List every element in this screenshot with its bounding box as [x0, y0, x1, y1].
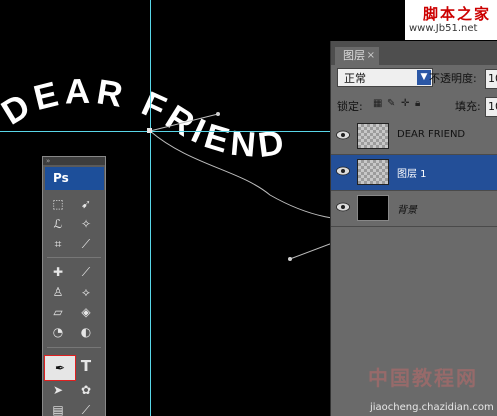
notes-tool-icon[interactable]: ▤ [49, 401, 67, 416]
dodge-tool-icon[interactable]: ◐ [77, 323, 95, 341]
history-brush-tool-icon[interactable]: ⟡ [77, 283, 95, 301]
opacity-field[interactable]: 10 [485, 69, 497, 89]
control-handle-2[interactable] [288, 257, 292, 261]
crop-tool-icon[interactable]: ⌗ [49, 235, 67, 253]
eyedropper-tool-2-icon[interactable]: ⟋ [77, 401, 95, 416]
healing-brush-tool-icon[interactable]: ✚ [49, 263, 67, 281]
tab-layers-label: 图层 [343, 49, 365, 62]
layer-thumbnail [357, 195, 389, 221]
layer-thumbnail [357, 123, 389, 149]
clone-stamp-tool-icon[interactable]: ♙ [49, 283, 67, 301]
opacity-label: 不透明度: [429, 72, 477, 85]
layers-panel-tabbar: 图层 × [331, 41, 497, 65]
blend-mode-dropdown[interactable]: 正常 ▼ [337, 68, 433, 87]
watermark-bottom-text: 中国教程网 [368, 366, 478, 390]
paint-bucket-tool-icon[interactable]: ◈ [77, 303, 95, 321]
lock-all-icon[interactable]: 🔒︎ [415, 99, 425, 109]
watermark-top-text: 脚本之家 [423, 5, 492, 23]
blur-tool-icon[interactable]: ◔ [49, 323, 67, 341]
watermark-bottom-url: jiaocheng.chazidian.com [370, 402, 494, 413]
tools-panel: » Ps ⬚ ➹ ℒ ✧ ⌗ ⟋ ✚ ⟋ ♙ ⟡ ▱ ◈ ◔ ◐ ✒ T ➤ ✿… [42, 156, 106, 416]
tab-layers[interactable]: 图层 × [335, 47, 379, 65]
toolbox-divider [47, 257, 101, 258]
close-icon[interactable]: × [367, 47, 375, 65]
layer-thumbnail [357, 159, 389, 185]
layer-name: 图层 1 [397, 169, 427, 180]
path-selection-tool-icon[interactable]: ➤ [49, 381, 67, 399]
eraser-tool-icon[interactable]: ▱ [49, 303, 67, 321]
ps-logo[interactable]: Ps [45, 167, 104, 190]
fill-label: 填充: [455, 100, 481, 113]
eyedropper-tool-icon[interactable]: ⟋ [77, 235, 95, 253]
watermark-logo-bottom: 中国教程网 jiaocheng.chazidian.com [360, 360, 497, 416]
layer-name: 背景 [397, 205, 417, 216]
lock-label: 锁定: [337, 100, 363, 113]
custom-shape-tool-icon[interactable]: ✿ [77, 381, 95, 399]
lock-transparent-icon[interactable]: ▦ [373, 99, 383, 109]
lasso-tool-icon[interactable]: ℒ [49, 215, 67, 233]
brush-tool-icon[interactable]: ⟋ [77, 263, 95, 281]
layer-row[interactable]: DEAR FRIEND [331, 119, 497, 155]
magic-wand-tool-icon[interactable]: ✧ [77, 215, 95, 233]
eye-icon[interactable] [336, 166, 350, 176]
layer-row[interactable]: 背景 [331, 191, 497, 227]
fill-field[interactable]: 10 [485, 97, 497, 117]
photoshop-workspace: DEAR FRIEND » Ps ⬚ ➹ ℒ ✧ ⌗ ⟋ ✚ ⟋ ♙ ⟡ ▱ ◈… [0, 0, 497, 416]
toolbox-grip[interactable]: » [43, 157, 105, 165]
direction-line-a [149, 113, 219, 132]
eye-icon[interactable] [336, 202, 350, 212]
toolbox-divider [47, 347, 101, 348]
anchor-point-1[interactable] [147, 128, 152, 133]
lock-row: 锁定: ▦ ✎ ✛ 🔒︎ 填充: [337, 98, 497, 114]
layer-row[interactable]: 图层 1 [331, 155, 497, 191]
marquee-tool-icon[interactable]: ⬚ [49, 195, 67, 213]
eye-icon[interactable] [336, 130, 350, 140]
pen-tool-icon[interactable]: ✒ [44, 355, 76, 381]
blend-mode-value: 正常 [344, 72, 366, 85]
type-tool-icon[interactable]: T [77, 357, 95, 375]
move-tool-icon[interactable]: ➹ [77, 195, 95, 213]
watermark-top-url: www.Jb51.net [409, 23, 478, 34]
layer-name: DEAR FRIEND [397, 129, 466, 140]
control-handle-1[interactable] [216, 112, 220, 116]
lock-image-icon[interactable]: ✎ [387, 99, 397, 109]
lock-position-icon[interactable]: ✛ [401, 99, 411, 109]
watermark-logo-top: 脚本之家 www.Jb51.net [405, 0, 497, 40]
